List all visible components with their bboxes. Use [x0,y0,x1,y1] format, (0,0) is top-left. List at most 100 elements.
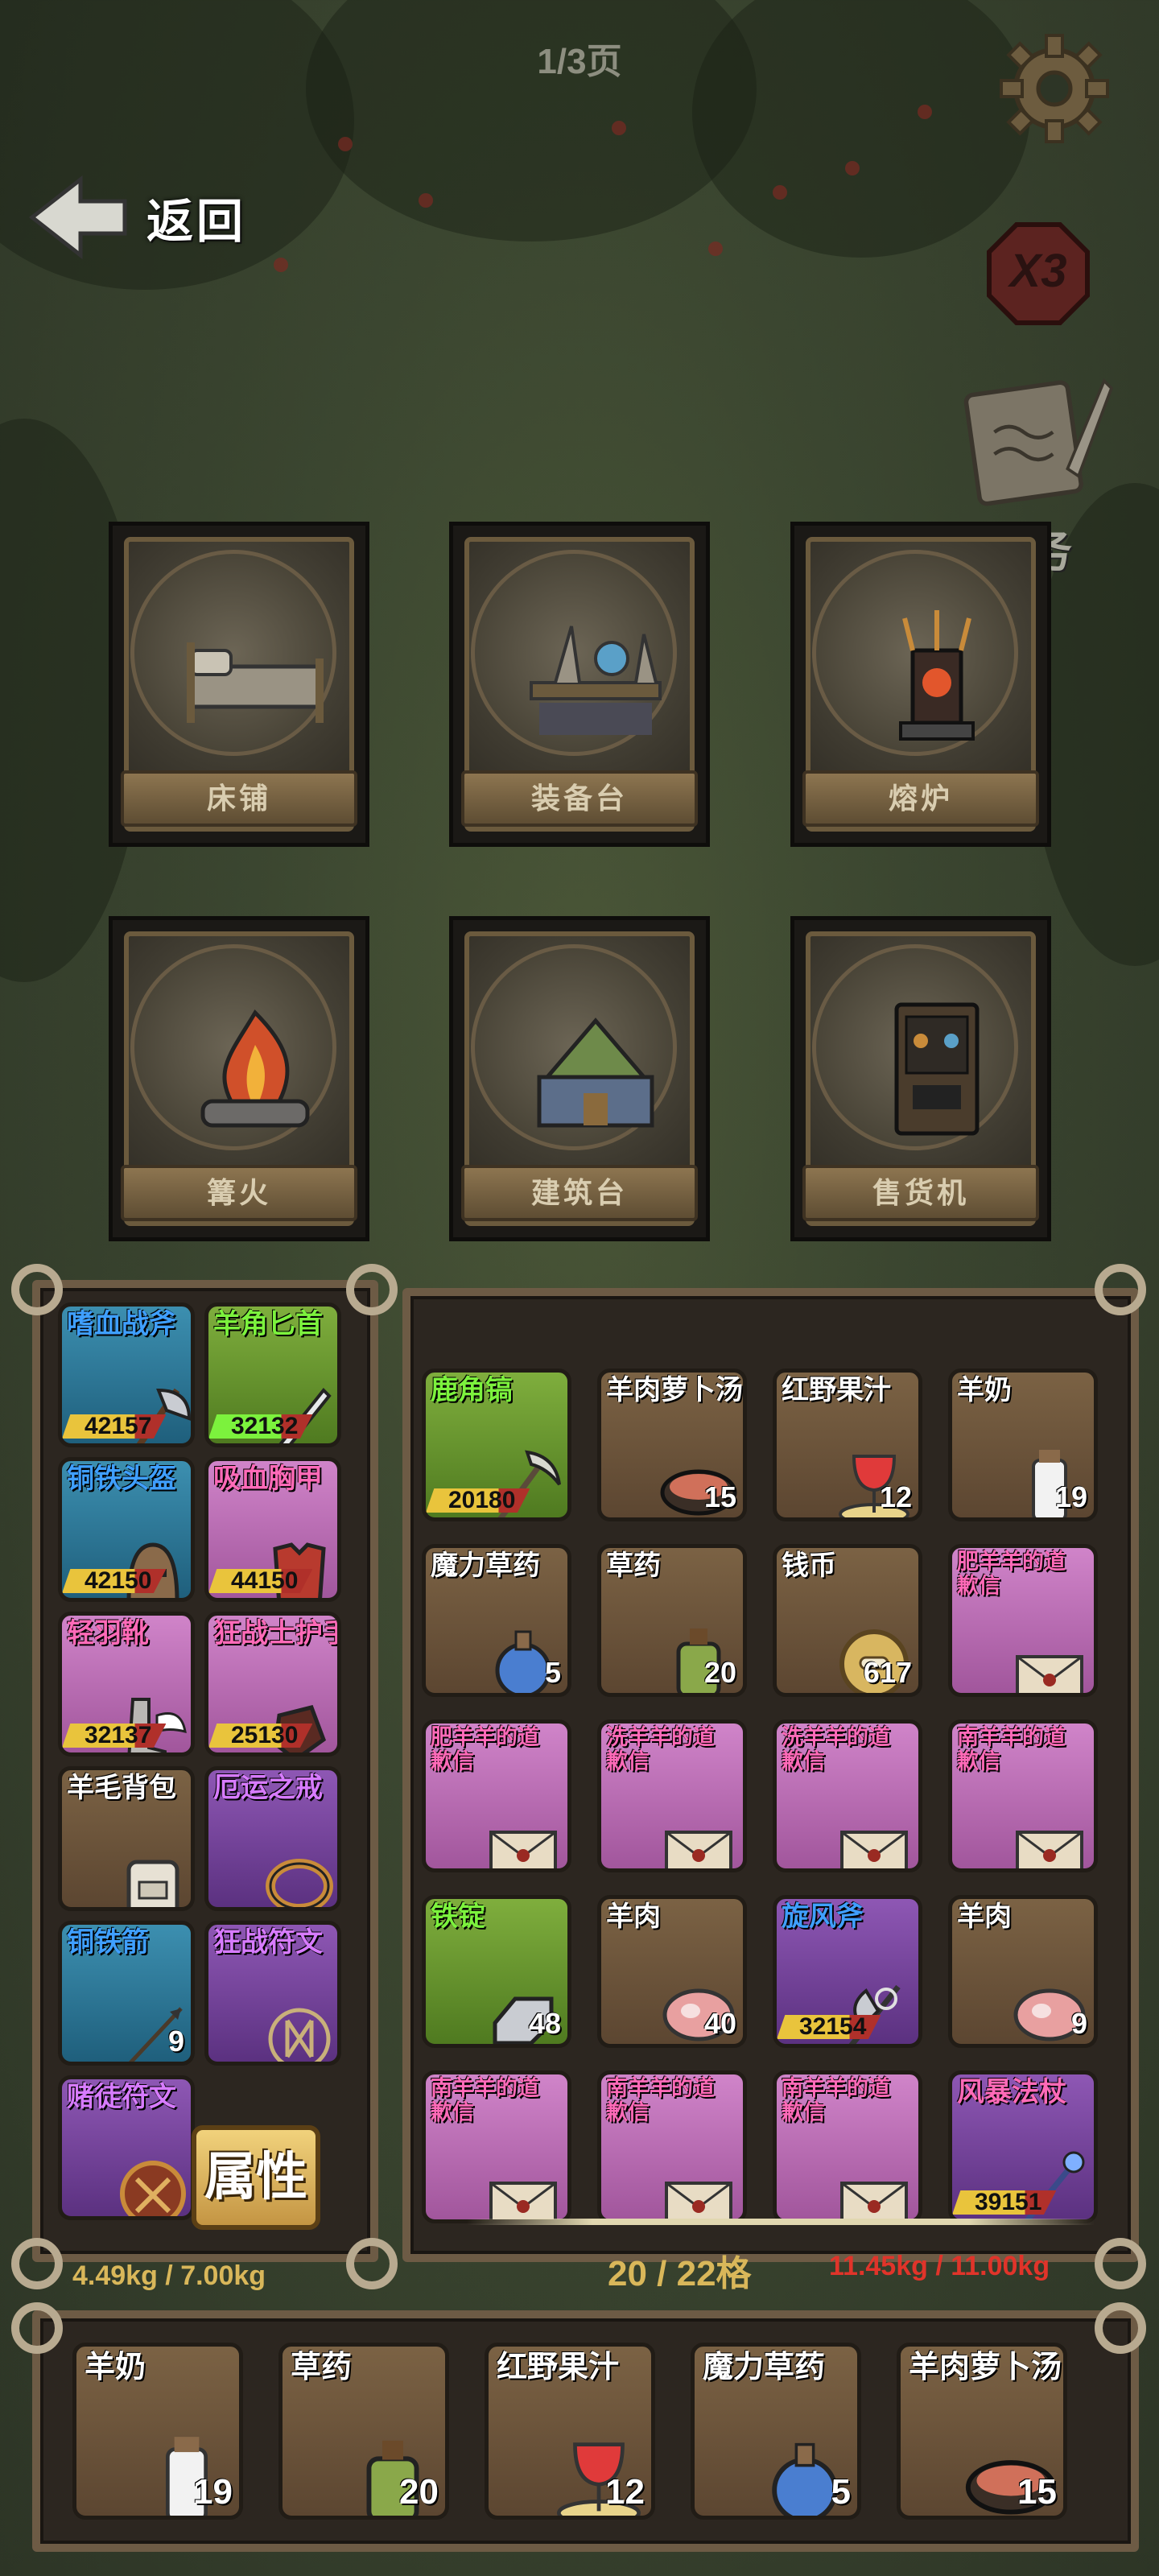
item-slot[interactable]: 吸血胸甲 44150 [204,1457,341,1602]
gear-icon[interactable] [998,32,1111,145]
station-card[interactable]: 建筑台 [449,916,710,1241]
item-count: 20 [399,2472,439,2512]
letter-icon [840,2182,908,2219]
item-slot[interactable]: 羊毛背包 [58,1766,195,1911]
item-slot[interactable]: 狂战士护手 25130 [204,1612,341,1757]
hotbar-slot[interactable]: 草药 20 [278,2343,449,2520]
item-count: 5 [831,2472,851,2512]
item-slot[interactable]: 鹿角镐 20180 [422,1368,571,1521]
attributes-button[interactable]: 属性 [192,2125,320,2230]
item-name: 肥羊羊的道歉信 [431,1725,539,1773]
rope-knot [1095,2302,1146,2354]
slot-count: 20 / 22格 [608,2254,752,2293]
item-name: 狂战士护手 [213,1618,341,1649]
equipment-table-icon [530,625,662,735]
item-slot[interactable]: 轻羽靴 32137 [58,1612,195,1757]
station-medallion [130,550,336,756]
item-count: 19 [1054,1480,1087,1513]
item-name: 赌徒符文 [67,2082,176,2112]
station-label: 售货机 [802,1165,1039,1221]
item-count: 12 [605,2472,645,2512]
hotbar-slot[interactable]: 魔力草药 5 [691,2343,861,2520]
station-label: 熔炉 [802,770,1039,827]
item-count: 9 [1070,2007,1087,2040]
item-name: 羊奶 [957,1375,1012,1406]
item-name: 魔力草药 [431,1550,540,1581]
station-card[interactable]: 装备台 [449,522,710,847]
hotbar-slot[interactable]: 羊奶 19 [72,2343,243,2520]
item-slot[interactable]: 铜铁箭 9 [58,1921,195,2066]
rope-knot [11,1264,63,1315]
item-name: 羊肉萝卜汤 [606,1375,743,1406]
rope-knot [1095,1264,1146,1315]
item-count: 15 [703,1480,736,1513]
item-slot[interactable]: 洗羊羊的道歉信 [597,1719,747,1872]
station-card[interactable]: 床铺 [109,522,369,847]
letter-icon [1016,1655,1083,1693]
durability-bar: 32154 [777,2015,881,2039]
multiplier-label: X3 [1009,245,1067,297]
durability-bar: 32137 [62,1724,167,1748]
item-name: 铜铁箭 [67,1927,149,1958]
item-slot[interactable]: 草药 20 [597,1544,747,1697]
campfire-icon [200,1009,310,1128]
item-slot[interactable]: 嗜血战斧 42157 [58,1302,195,1447]
item-slot[interactable]: 厄运之戒 [204,1766,341,1911]
letter-icon [1016,1831,1083,1868]
knot-rune-icon [120,2161,186,2216]
durability-bar: 44150 [208,1569,313,1593]
item-slot[interactable]: 肥羊羊的道歉信 [422,1719,571,1872]
building-table-icon [537,1018,654,1128]
rope-knot [11,2238,63,2289]
item-name: 南羊羊的道歉信 [782,2076,890,2124]
item-slot[interactable]: 羊角匕首 32132 [204,1302,341,1447]
durability-bar: 39151 [952,2190,1057,2215]
hotbar-slot[interactable]: 羊肉萝卜汤 15 [897,2343,1067,2520]
item-name: 旋风斧 [782,1901,864,1932]
item-slot[interactable]: 铁锭 48 [422,1895,571,2048]
hotbar-slot[interactable]: 红野果汁 12 [485,2343,655,2520]
item-name: 厄运之戒 [213,1773,323,1803]
item-count: 617 [863,1656,912,1689]
item-name: 草药 [291,2351,353,2384]
item-slot[interactable]: 狂战符文 [204,1921,341,2066]
item-name: 鹿角镐 [431,1375,513,1406]
durability-bar: 42150 [62,1569,167,1593]
item-slot[interactable]: 羊肉 9 [948,1895,1098,2048]
item-slot[interactable]: 羊肉萝卜汤 15 [597,1368,747,1521]
station-card[interactable]: 售货机 [790,916,1051,1241]
item-slot[interactable]: 洗羊羊的道歉信 [773,1719,922,1872]
letter-icon [840,1831,908,1868]
item-name: 羊肉 [606,1901,661,1932]
item-slot[interactable]: 羊奶 19 [948,1368,1098,1521]
item-slot[interactable]: 肥羊羊的道歉信 [948,1544,1098,1697]
item-slot[interactable]: 南羊羊的道歉信 [948,1719,1098,1872]
item-slot[interactable]: 旋风斧 32154 [773,1895,922,2048]
item-slot[interactable]: 南羊羊的道歉信 [597,2070,747,2223]
back-button[interactable]: 返回 [24,173,246,262]
item-slot[interactable]: 红野果汁 12 [773,1368,922,1521]
item-slot[interactable]: 南羊羊的道歉信 [773,2070,922,2223]
rope-knot [11,2302,63,2354]
durability-bar: 20180 [426,1488,530,1513]
item-slot[interactable]: 赌徒符文 [58,2075,195,2220]
item-name: 羊肉 [957,1901,1012,1932]
speed-multiplier-badge[interactable]: X3 [986,221,1091,326]
back-label: 返回 [146,196,247,248]
item-name: 铜铁头盔 [67,1463,176,1494]
station-card[interactable]: 熔炉 [790,522,1051,847]
item-name: 羊角匕首 [213,1309,323,1340]
item-slot[interactable]: 魔力草药 5 [422,1544,571,1697]
item-slot[interactable]: 钱币 617 [773,1544,922,1697]
station-medallion [471,944,677,1150]
item-slot[interactable]: 风暴法杖 39151 [948,2070,1098,2223]
item-name: 肥羊羊的道歉信 [957,1550,1066,1598]
station-card[interactable]: 篝火 [109,916,369,1241]
item-slot[interactable]: 铜铁头盔 42150 [58,1457,195,1602]
bag-weight: 11.45kg / 11.00kg [829,2251,1050,2281]
rope-knot [346,1264,398,1315]
item-count: 15 [1017,2472,1057,2512]
item-slot[interactable]: 羊肉 40 [597,1895,747,2048]
item-slot[interactable]: 南羊羊的道歉信 [422,2070,571,2223]
durability-bar: 32132 [208,1414,313,1439]
